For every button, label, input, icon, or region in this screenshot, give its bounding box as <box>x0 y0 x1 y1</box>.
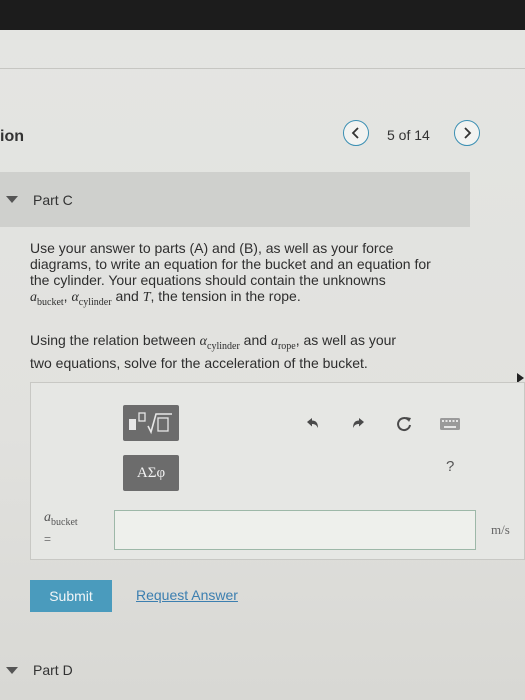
relation-line: Using the relation between αcylinder and… <box>30 332 397 352</box>
templates-icon <box>129 412 172 435</box>
top-bar <box>0 0 525 30</box>
var-alpha: αcylinder <box>71 290 112 308</box>
text-line: Use your answer to parts (A) and (B), as… <box>30 240 394 256</box>
divider <box>0 68 525 69</box>
var-alpha: αcylinder <box>199 334 240 352</box>
chevron-left-icon <box>351 127 359 139</box>
section-title: ion <box>0 128 24 145</box>
answer-input[interactable] <box>114 510 476 550</box>
previous-button[interactable] <box>343 120 369 146</box>
expand-triangle-icon[interactable] <box>6 667 18 674</box>
redo-icon[interactable] <box>350 415 368 433</box>
var-t: T <box>142 290 151 305</box>
reset-icon[interactable] <box>395 415 413 433</box>
submit-button[interactable]: Submit <box>30 580 112 612</box>
unit-label: m/s <box>491 522 510 537</box>
unknowns-line: abucket, αcylinder and T, the tension in… <box>30 288 301 308</box>
keyboard-icon[interactable] <box>439 415 461 433</box>
request-answer-link[interactable]: Request Answer <box>136 587 238 603</box>
collapse-triangle-icon[interactable] <box>6 196 18 203</box>
part-d-label[interactable]: Part D <box>33 662 73 678</box>
answer-variable-label: abucket <box>44 510 78 528</box>
page-counter: 5 of 14 <box>387 127 430 143</box>
instructions-paragraph-1: Use your answer to parts (A) and (B), as… <box>30 240 470 311</box>
instructions-paragraph-2: Using the relation between αcylinder and… <box>30 332 470 371</box>
text-line: two equations, solve for the acceleratio… <box>30 354 368 371</box>
part-c-label: Part C <box>33 192 73 208</box>
var-a-rope: arope <box>270 334 296 352</box>
symbols-button[interactable]: ΑΣφ <box>123 455 179 491</box>
undo-icon[interactable] <box>303 415 321 433</box>
text-line: the cylinder. Your equations should cont… <box>30 272 386 288</box>
equals-sign: = <box>44 532 52 546</box>
chevron-right-icon <box>464 127 472 139</box>
help-button[interactable]: ? <box>446 458 454 475</box>
text-line: diagrams, to write an equation for the b… <box>30 256 431 272</box>
var-a: abucket <box>30 290 64 308</box>
templates-button[interactable] <box>123 405 179 441</box>
next-button[interactable] <box>454 120 480 146</box>
